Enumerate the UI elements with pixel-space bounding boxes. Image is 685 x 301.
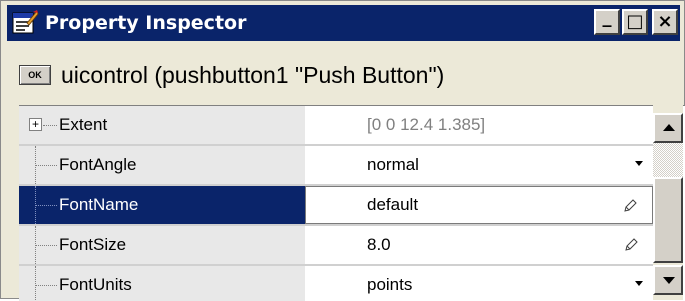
property-name-cell[interactable]: FontName: [19, 186, 305, 224]
minimize-button[interactable]: _: [594, 9, 620, 35]
dropdown-arrow-icon[interactable]: [635, 281, 643, 286]
pushbutton-icon: OK: [19, 65, 51, 85]
pencil-icon[interactable]: [623, 237, 639, 253]
property-name-cell[interactable]: FontAngle: [19, 146, 305, 184]
window-title: Property Inspector: [45, 12, 247, 34]
property-value: normal: [367, 155, 419, 174]
property-value-cell[interactable]: points: [305, 266, 653, 301]
property-name: FontSize: [59, 235, 127, 254]
tree-connector: [27, 266, 57, 301]
property-value: points: [367, 275, 413, 294]
close-icon: ×: [657, 11, 673, 32]
property-value-cell[interactable]: normal: [305, 146, 653, 184]
property-value-editor[interactable]: default: [305, 186, 653, 224]
property-value: [0 0 12.4 1.385]: [367, 115, 486, 134]
pencil-icon[interactable]: [622, 198, 638, 214]
property-value: default: [367, 195, 419, 214]
property-name-cell[interactable]: FontUnits: [19, 266, 305, 301]
property-row-fontangle[interactable]: FontAngle normal: [19, 146, 653, 186]
object-header: OK uicontrol (pushbutton1 "Push Button"): [19, 55, 444, 95]
property-name: FontName: [59, 195, 139, 214]
property-table: + Extent [0 0 12.4 1.385] FontAngle norm…: [19, 105, 685, 301]
property-value-cell[interactable]: 8.0: [305, 226, 653, 264]
maximize-button[interactable]: □: [622, 9, 648, 35]
property-name: FontAngle: [59, 155, 137, 174]
scroll-thumb[interactable]: [653, 177, 683, 263]
scroll-down-button[interactable]: [653, 265, 683, 295]
scroll-up-button[interactable]: [653, 113, 683, 143]
tree-connector: [27, 226, 57, 264]
window-controls: _ □ ×: [594, 9, 678, 35]
property-name: Extent: [59, 115, 108, 134]
object-description: uicontrol (pushbutton1 "Push Button"): [61, 61, 445, 88]
property-row-fontunits[interactable]: FontUnits points: [19, 266, 653, 301]
property-inspector-window: Property Inspector _ □ × OK uicontrol (p…: [0, 0, 685, 301]
tree-connector: [27, 186, 57, 224]
property-name-cell[interactable]: FontSize: [19, 226, 305, 264]
close-button[interactable]: ×: [652, 9, 678, 35]
property-inspector-icon: [11, 9, 39, 37]
maximize-icon: □: [626, 11, 644, 32]
property-row-extent[interactable]: + Extent [0 0 12.4 1.385]: [19, 106, 653, 146]
scroll-track[interactable]: [653, 143, 683, 177]
property-name-cell[interactable]: + Extent: [19, 106, 305, 144]
minimize-icon: _: [602, 7, 612, 28]
property-value: 8.0: [367, 235, 391, 254]
property-name: FontUnits: [59, 275, 132, 294]
dropdown-arrow-icon[interactable]: [635, 161, 643, 166]
property-row-fontsize[interactable]: FontSize 8.0: [19, 226, 653, 266]
title-bar[interactable]: Property Inspector _ □ ×: [7, 5, 680, 41]
vertical-scrollbar[interactable]: [653, 105, 683, 300]
property-value-cell[interactable]: [0 0 12.4 1.385]: [305, 106, 653, 144]
expand-plus-icon[interactable]: +: [29, 118, 42, 131]
tree-connector: [27, 146, 57, 184]
property-row-fontname[interactable]: FontName default: [19, 186, 653, 226]
arrow-up-icon: [663, 124, 675, 131]
arrow-down-icon: [663, 277, 675, 284]
